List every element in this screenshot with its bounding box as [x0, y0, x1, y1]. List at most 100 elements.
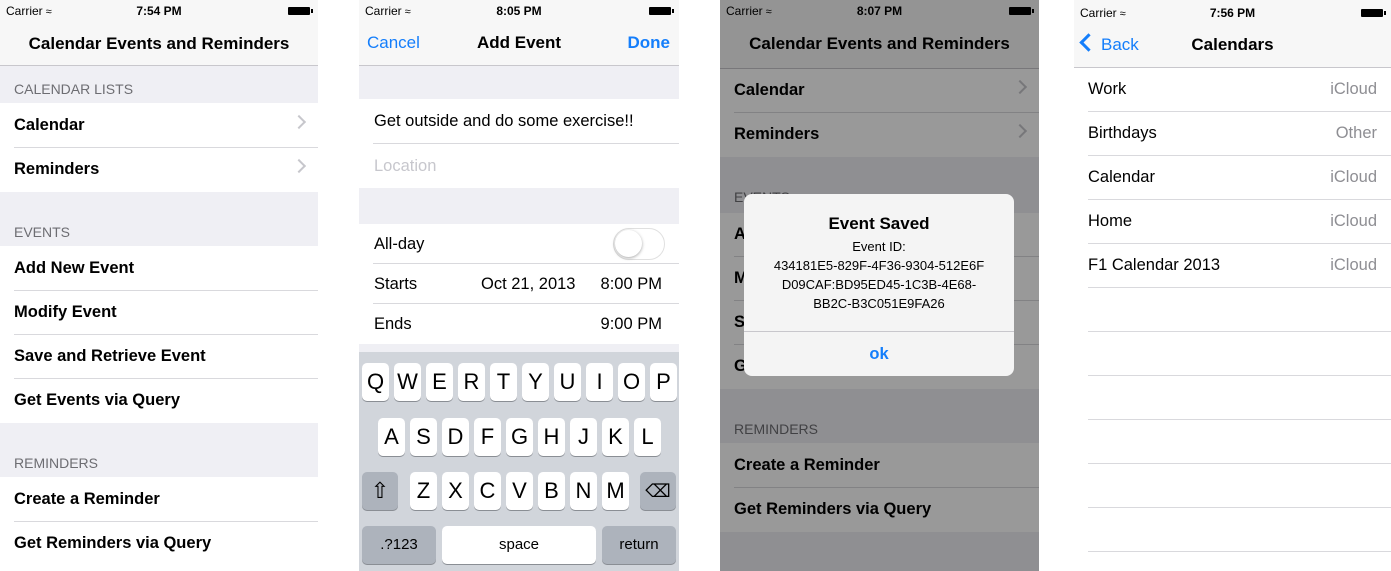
row-create-reminder[interactable]: Create a Reminder — [0, 478, 318, 522]
row-label: Calendar — [14, 116, 85, 134]
key-y[interactable]: Y — [522, 363, 549, 401]
key-f[interactable]: F — [474, 418, 501, 456]
key-z[interactable]: Z — [410, 472, 437, 510]
calendar-name: Calendar — [1088, 168, 1155, 186]
empty-row — [1088, 331, 1391, 376]
key-p[interactable]: P — [650, 363, 677, 401]
calendar-row-calendar[interactable]: Calendar iCloud — [1088, 155, 1391, 200]
key-i[interactable]: I — [586, 363, 613, 401]
nav-bar: Carrier ≈ 8:05 PM Cancel Add Event Done — [359, 0, 679, 66]
key-a[interactable]: A — [378, 418, 405, 456]
status-time: 8:05 PM — [496, 4, 542, 18]
section-label: CALENDAR LISTS — [14, 81, 134, 97]
row-label: Modify Event — [14, 303, 117, 321]
key-g[interactable]: G — [506, 418, 533, 456]
key-n[interactable]: N — [570, 472, 597, 510]
calendar-row-home[interactable]: Home iCloud — [1088, 199, 1391, 244]
page-title: Calendar Events and Reminders — [28, 34, 290, 53]
calendar-source: iCloud — [1330, 212, 1377, 230]
row-get-reminders-query[interactable]: Get Reminders via Query — [0, 522, 318, 566]
empty-row — [1088, 287, 1391, 332]
return-key[interactable]: return — [602, 526, 676, 564]
key-h[interactable]: H — [538, 418, 565, 456]
starts-row[interactable]: Starts Oct 21, 2013 8:00 PM — [359, 264, 679, 304]
nav-bar: Carrier ≈ 7:56 PM Back Calendars — [1074, 0, 1391, 68]
section-header-calendar-lists: CALENDAR LISTS — [0, 66, 318, 103]
location-field[interactable]: Location — [359, 144, 679, 188]
row-get-events-query[interactable]: Get Events via Query — [0, 379, 318, 423]
row-label: Add New Event — [14, 259, 135, 277]
calendar-name: Home — [1088, 212, 1133, 230]
screen-calendars-list: Carrier ≈ 7:56 PM Back Calendars Work iCl… — [1074, 0, 1391, 571]
section-header-events: EVENTS — [0, 192, 318, 246]
chevron-right-icon — [291, 158, 307, 174]
calendar-row-work[interactable]: Work iCloud — [1088, 67, 1391, 112]
screen-event-saved-alert: Carrier ≈ 8:07 PM Calendar Events and Rem… — [720, 0, 1039, 571]
key-s[interactable]: S — [410, 418, 437, 456]
shift-icon: ⇧ — [370, 478, 390, 503]
empty-row — [1088, 507, 1391, 552]
event-title-value: Get outside and do some exercise!! — [374, 112, 634, 130]
key-b[interactable]: B — [538, 472, 565, 510]
row-add-new-event[interactable]: Add New Event — [0, 247, 318, 291]
allday-row: All-day — [359, 224, 679, 264]
alert-dialog: Event Saved Event ID: 434181E5-829F-4F36… — [744, 194, 1014, 376]
space-key[interactable]: space — [442, 526, 596, 564]
row-save-retrieve-event[interactable]: Save and Retrieve Event — [0, 335, 318, 379]
calendar-row-f1[interactable]: F1 Calendar 2013 iCloud — [1088, 243, 1391, 288]
row-modify-event[interactable]: Modify Event — [0, 291, 318, 335]
alert-title: Event Saved — [828, 214, 930, 233]
key-u[interactable]: U — [554, 363, 581, 401]
empty-row — [1088, 419, 1391, 464]
status-bar: Carrier ≈ 8:05 PM — [359, 0, 679, 20]
starts-time: 8:00 PM — [600, 275, 662, 293]
delete-key[interactable]: ⌫ — [640, 472, 676, 510]
key-x[interactable]: X — [442, 472, 469, 510]
key-w[interactable]: W — [394, 363, 421, 401]
status-bar: Carrier ≈ 7:54 PM — [0, 0, 318, 20]
battery-icon — [649, 7, 674, 15]
row-calendar[interactable]: Calendar — [0, 104, 318, 148]
calendar-name: Work — [1088, 80, 1127, 98]
calendar-source: Other — [1335, 124, 1377, 142]
key-j[interactable]: J — [570, 418, 597, 456]
event-title-field[interactable]: Get outside and do some exercise!! — [359, 99, 679, 144]
shift-key[interactable]: ⇧ — [362, 472, 398, 510]
calendar-source: iCloud — [1330, 256, 1377, 274]
key-q[interactable]: Q — [362, 363, 389, 401]
allday-toggle[interactable] — [613, 228, 665, 260]
key-m[interactable]: M — [602, 472, 629, 510]
alert-message-line: BB2C-B3C051E9FA26 — [813, 296, 945, 311]
key-k[interactable]: K — [602, 418, 629, 456]
starts-date: Oct 21, 2013 — [481, 275, 576, 293]
key-t[interactable]: T — [490, 363, 517, 401]
status-time: 7:54 PM — [136, 4, 182, 18]
calendar-source: iCloud — [1330, 80, 1377, 98]
key-d[interactable]: D — [442, 418, 469, 456]
ends-row[interactable]: Ends 9:00 PM — [359, 304, 679, 344]
chevron-right-icon — [291, 114, 307, 130]
calendar-source: iCloud — [1330, 168, 1377, 186]
key-l[interactable]: L — [634, 418, 661, 456]
done-button[interactable]: Done — [628, 33, 671, 53]
screen-add-event: Carrier ≈ 8:05 PM Cancel Add Event Done G… — [359, 0, 679, 571]
calendar-row-birthdays[interactable]: Birthdays Other — [1088, 111, 1391, 156]
key-r[interactable]: R — [458, 363, 485, 401]
nav-bar: Carrier ≈ 7:54 PM Calendar Events and Rem… — [0, 0, 318, 66]
calendar-name: F1 Calendar 2013 — [1088, 256, 1221, 274]
keyboard: Q W E R T Y U I O P A S D F G H J K L ⇧ … — [359, 352, 679, 571]
calendar-name: Birthdays — [1088, 124, 1157, 142]
alert-ok-button[interactable]: ok — [744, 332, 1014, 376]
key-o[interactable]: O — [618, 363, 645, 401]
empty-row — [1088, 375, 1391, 420]
key-v[interactable]: V — [506, 472, 533, 510]
row-label: Create a Reminder — [14, 490, 160, 508]
alert-message-line: Event ID: — [852, 239, 906, 254]
ends-time: 9:00 PM — [600, 315, 662, 333]
key-c[interactable]: C — [474, 472, 501, 510]
status-time: 7:56 PM — [1209, 6, 1256, 20]
battery-icon — [1361, 9, 1386, 17]
numbers-key[interactable]: .?123 — [362, 526, 436, 564]
row-reminders[interactable]: Reminders — [0, 148, 318, 192]
key-e[interactable]: E — [426, 363, 453, 401]
